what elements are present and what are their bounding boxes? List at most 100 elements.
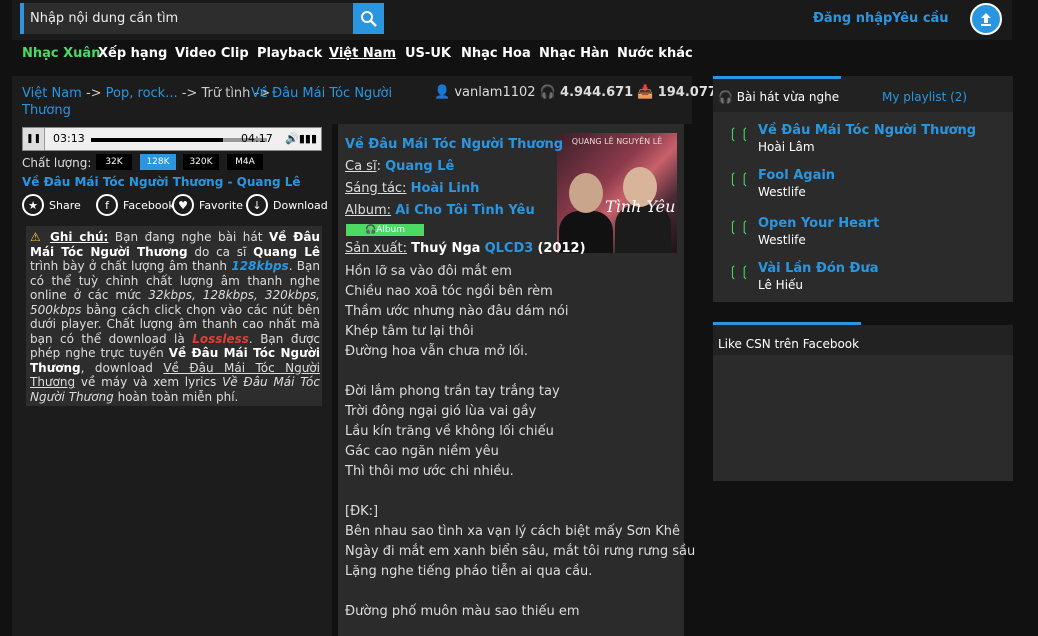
recent-song-title[interactable]: Vài Lần Đón Đưa	[758, 261, 878, 276]
album-cover-script: Tình Yêu	[605, 197, 676, 216]
note-fragment: Bạn đang nghe bài hát	[108, 230, 269, 244]
breadcrumb-sep: ->	[81, 86, 106, 101]
search-icon	[360, 10, 377, 27]
tab-recent-label: Bài hát vừa nghe	[736, 90, 840, 104]
tab-recent[interactable]: 🎧 Bài hát vừa nghe	[718, 90, 839, 104]
lyric-line: Thì thôi mơ ước chi nhiều.	[345, 464, 514, 479]
login-link[interactable]: Đăng nhập	[813, 11, 892, 26]
lyric-line: Trời đông ngại gió lùa vai gầy	[345, 404, 537, 419]
nav-item-video-clip[interactable]: Video Clip	[175, 46, 249, 61]
lyric-line	[345, 582, 680, 602]
breadcrumb-song[interactable]: Về Đâu Mái Tóc Người	[251, 85, 392, 102]
recent-song-artist: Hoài Lâm	[758, 140, 815, 154]
breadcrumb-song-cont: Thương	[22, 103, 71, 118]
current-time: 03:13	[53, 132, 85, 145]
breadcrumb-genre[interactable]: Pop, rock...	[106, 86, 178, 101]
composer-line: Sáng tác: Hoài Linh	[345, 181, 479, 196]
share-button[interactable]: ★ Share	[22, 194, 81, 216]
note-fragment: về máy và xem lyrics	[75, 375, 223, 389]
warning-icon: ⚠	[30, 230, 44, 244]
singer-label: Ca sĩ	[345, 159, 377, 174]
recent-song-title[interactable]: Open Your Heart	[758, 216, 879, 231]
producer: Thuý Nga	[411, 241, 481, 256]
recent-song-title[interactable]: Về Đâu Mái Tóc Người Thương	[758, 123, 976, 138]
signup-link[interactable]: Yêu cầu	[892, 11, 949, 26]
nav-item-xep-hang[interactable]: Xếp hạng	[98, 46, 167, 61]
album-label: Album:	[345, 203, 392, 218]
lyric-line: Ngày đi mắt em xanh biển sâu, mắt tôi rư…	[345, 544, 696, 559]
quality-320k[interactable]: 320K	[183, 154, 219, 170]
release-year: (2012)	[537, 241, 586, 256]
download-label: Download	[273, 198, 328, 212]
tab-my-playlist[interactable]: My playlist (2)	[882, 90, 967, 104]
listen-count: 4.944.671	[560, 85, 634, 100]
composer-link[interactable]: Hoài Linh	[411, 181, 480, 196]
breadcrumb-sep: ->	[177, 86, 202, 101]
note-fragment: , download	[80, 360, 164, 375]
favorite-label: Favorite	[199, 198, 243, 212]
lyric-line: Gác cao ngăn niềm yêu	[345, 444, 499, 459]
song-stats: 👤 vanlam1102 🎧 4.944.671 📥 194.077 ◷	[434, 85, 732, 100]
album-cover[interactable]: QUANG LÊ NGUYÊN LÊ Tình Yêu	[557, 133, 677, 253]
song-title[interactable]: Về Đâu Mái Tóc Người Thương	[345, 137, 563, 152]
download-count-icon: 📥	[637, 85, 654, 100]
album-badge[interactable]: 🎧 Album	[346, 224, 424, 236]
share-label: Share	[49, 198, 81, 212]
download-count: 194.077	[657, 85, 717, 100]
album-cover-figure	[569, 173, 603, 213]
lyric-line: Bên nhau sao tình xa vạn lý cách biệt mấ…	[345, 524, 681, 539]
seek-progress	[91, 138, 223, 142]
nav-item-us-uk[interactable]: US-UK	[405, 46, 451, 61]
lyric-line: Chiều nao xoã tóc ngồi bên rèm	[345, 284, 553, 299]
lyric-line: Lầu kín trăng về không lối chiếu	[345, 424, 554, 439]
search-box	[20, 3, 384, 34]
nav-item-nhac-hoa[interactable]: Nhạc Hoa	[461, 46, 531, 61]
nav-item-nhac-xuan[interactable]: Nhạc Xuân	[22, 46, 100, 61]
lyric-line: [ĐK:]	[345, 504, 379, 519]
search-input[interactable]	[24, 3, 344, 34]
download-button[interactable]: ↓ Download	[246, 194, 328, 216]
quality-128k[interactable]: 128K	[140, 154, 176, 170]
recent-song-artist: Westlife	[758, 185, 806, 199]
singer-line: Ca sĩ: Quang Lê	[345, 159, 455, 174]
volume-icon[interactable]: 🔊▮▮▮	[285, 132, 317, 145]
note-lossless: Lossless	[192, 331, 249, 346]
facebook-button[interactable]: f Facebook	[96, 194, 175, 216]
quality-label: Chất lượng:	[22, 156, 92, 170]
upload-button[interactable]	[970, 3, 1002, 35]
note-fragment: trình bày ở chất lượng âm thanh	[30, 259, 232, 273]
favorite-button[interactable]: ♥ Favorite	[172, 194, 243, 216]
note-heading: Ghi chú:	[49, 230, 109, 244]
album-link[interactable]: Ai Cho Tôi Tình Yêu	[395, 203, 535, 218]
lyric-line: Hồn lỡ sa vào đôi mắt em	[345, 264, 512, 279]
song-artist-link[interactable]: Về Đâu Mái Tóc Người Thương - Quang Lê	[22, 175, 301, 189]
sound-wave-icon: ❲❲	[727, 171, 751, 187]
search-button[interactable]	[353, 3, 384, 34]
lyric-line: Đường hoa vẫn chưa mở lối.	[345, 344, 528, 359]
quality-32k[interactable]: 32K	[96, 154, 132, 170]
star-icon: ★	[22, 194, 44, 216]
heart-icon: ♥	[172, 194, 194, 216]
producer-line: Sản xuất: Thuý Nga QLCD3 (2012)	[345, 241, 586, 256]
breadcrumb-viet-nam[interactable]: Việt Nam	[22, 86, 82, 101]
recent-song-title[interactable]: Fool Again	[758, 168, 835, 183]
audio-player: ❚❚ 03:13 04:17 🔊▮▮▮	[22, 127, 322, 151]
pause-button[interactable]: ❚❚	[23, 128, 45, 150]
headphones-icon: 🎧	[718, 90, 733, 104]
user-icon: 👤	[434, 85, 451, 100]
facebook-box	[713, 355, 1013, 481]
nav-item-nuoc-khac[interactable]: Nước khác	[617, 46, 693, 61]
note-text: ⚠ Ghi chú: Bạn đang nghe bài hát Về Đâu …	[30, 230, 320, 404]
quality-m4a[interactable]: M4A	[227, 154, 263, 170]
nav-item-nhac-han[interactable]: Nhạc Hàn	[539, 46, 609, 61]
nav-item-playback[interactable]: Playback	[257, 46, 322, 61]
uploader-name[interactable]: vanlam1102	[454, 85, 535, 100]
album-code[interactable]: QLCD3	[485, 241, 534, 256]
lyric-line	[345, 362, 680, 382]
nav-item-viet-nam[interactable]: Việt Nam	[329, 46, 396, 61]
breadcrumb: Việt Nam -> Pop, rock... -> Trữ tình -> …	[22, 85, 402, 119]
note-fragment: hoàn toàn miễn phí.	[113, 389, 239, 404]
duration: 04:17	[241, 132, 273, 145]
singer-link[interactable]: Quang Lê	[385, 159, 454, 174]
album-line: Album: Ai Cho Tôi Tình Yêu	[345, 203, 535, 218]
